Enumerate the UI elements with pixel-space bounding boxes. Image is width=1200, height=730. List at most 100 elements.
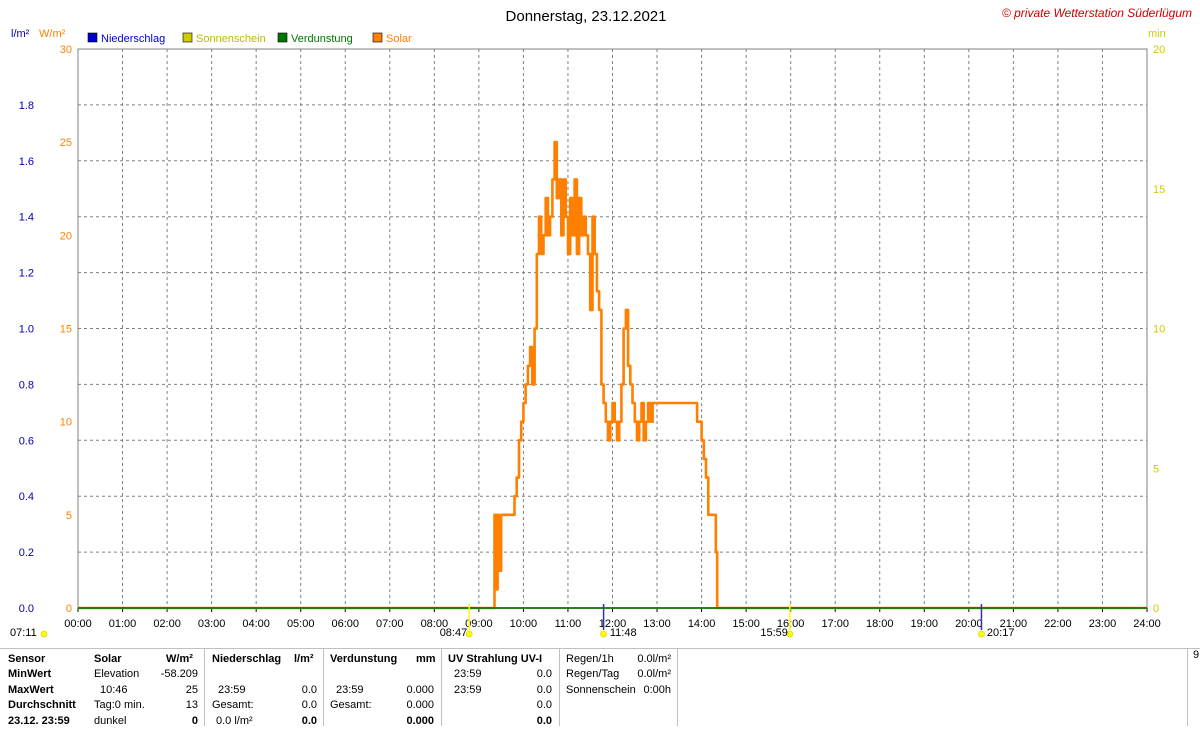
- y-tick-label-precip: 1.6: [19, 156, 34, 168]
- y-tick-label-precip: 0.6: [19, 435, 34, 447]
- rain-1h-label: Regen/1h: [566, 653, 614, 665]
- x-tick-label: 18:00: [866, 618, 894, 630]
- x-tick-label: 14:00: [688, 618, 716, 630]
- y-tick-label-precip: 1.8: [19, 100, 34, 112]
- x-tick-label: 11:00: [555, 618, 582, 630]
- sun-marker-label: 07:11: [10, 627, 37, 639]
- sun-marker-label: 20:17: [987, 627, 1015, 639]
- sun-icon: [40, 630, 48, 638]
- x-tick-label: 02:00: [153, 618, 181, 630]
- stats-max-label: MaxWert: [8, 684, 54, 696]
- precip-avg-label: Gesamt:: [212, 699, 254, 711]
- x-tick-label: 05:00: [287, 618, 315, 630]
- rain-day-value: 0.0l/m²: [637, 668, 671, 680]
- grid: [77, 48, 1148, 609]
- unit-label-precip: l/m²: [11, 28, 30, 40]
- y-tick-label-solar: 30: [60, 44, 72, 56]
- x-tick-label: 24:00: [1133, 618, 1161, 630]
- evap-max-time: 23:59: [336, 684, 364, 696]
- sunshine-value: 0:00h: [643, 684, 671, 696]
- stats-avg-label: Durchschnitt: [8, 699, 76, 711]
- x-tick-label: 13:00: [643, 618, 671, 630]
- y-tick-label-precip: 1.4: [19, 212, 34, 224]
- solar-min-value: -58.209: [160, 668, 198, 680]
- x-tick-label: 23:00: [1089, 618, 1117, 630]
- precip-header: Niederschlag: [212, 653, 282, 665]
- y-tick-label-solar: 20: [60, 230, 72, 242]
- uv-max-time: 23:59: [454, 684, 482, 696]
- y-tick-label-solar: 5: [66, 510, 72, 522]
- uv-last-value: 0.0: [536, 715, 552, 727]
- chart-title: Donnerstag, 23.12.2021: [506, 8, 667, 25]
- legend-label: Verdunstung: [291, 33, 353, 45]
- precip-max-value: 0.0: [301, 684, 317, 696]
- chart: Donnerstag, 23.12.2021 © private Wetters…: [10, 6, 1192, 639]
- y-tick-label-precip: 1.2: [19, 268, 34, 280]
- x-tick-label: 07:00: [376, 618, 404, 630]
- sun-icon: [978, 630, 985, 638]
- y-tick-label-minutes: 0: [1153, 603, 1159, 615]
- x-tick-label: 01:00: [109, 618, 137, 630]
- sun-icon: [600, 630, 607, 638]
- legend-label: Sonnenschein: [196, 33, 266, 45]
- uv-header: UV Strahlung UV-I: [448, 653, 543, 665]
- y-tick-label-solar: 15: [60, 324, 72, 336]
- evap-unit: mm: [416, 653, 436, 665]
- y-tick-label-minutes: 5: [1153, 463, 1159, 475]
- stats-divider: [0, 648, 1200, 649]
- evap-avg-label: Gesamt:: [330, 699, 372, 711]
- axes: 0.0 0.2 0.4 0.6 0.8 1.0 1.2 1.4 1.6 1.8 0 5 10 15 20 25…: [19, 44, 1166, 630]
- x-tick-label: 20:00: [955, 618, 983, 630]
- stats-table: Sensor MinWert MaxWert Durchschnitt 23.1…: [0, 648, 1200, 727]
- stats-min-label: MinWert: [8, 668, 52, 680]
- x-tick-label: 03:00: [198, 618, 226, 630]
- solar-last-value: 0: [191, 715, 198, 727]
- y-tick-label-solar: 10: [60, 417, 72, 429]
- evap-max-value: 0.000: [406, 684, 434, 696]
- solar-max-value: 25: [185, 684, 198, 696]
- y-tick-label-solar: 25: [60, 137, 72, 149]
- sun-marker-label: 15:59: [760, 627, 788, 639]
- unit-label-solar: W/m²: [39, 28, 66, 40]
- solar-max-time: 10:46: [100, 684, 128, 696]
- copyright-text: © private Wetterstation Süderlügum: [1002, 6, 1192, 20]
- legend-label: Solar: [386, 33, 412, 45]
- solar-min-label: Elevation: [94, 668, 140, 680]
- legend-swatch-verdunstung: [277, 32, 288, 43]
- x-tick-label: 06:00: [331, 618, 359, 630]
- evap-header: Verdunstung: [330, 653, 398, 665]
- precip-avg-value: 0.0: [301, 699, 317, 711]
- x-tick-label: 10:00: [510, 618, 538, 630]
- evap-avg-value: 0.000: [406, 699, 434, 711]
- x-tick-label: 22:00: [1044, 618, 1072, 630]
- precip-last-label: 0.0 l/m²: [216, 715, 253, 727]
- uv-min-value: 0.0: [536, 668, 552, 680]
- legend: Niederschlag Sonnenschein Verdunstung Solar: [87, 32, 412, 45]
- uv-min-time: 23:59: [454, 668, 482, 680]
- x-tick-label: 04:00: [242, 618, 270, 630]
- y-tick-label-precip: 1.0: [19, 324, 34, 336]
- stats-separator: [204, 648, 205, 726]
- legend-swatch-sonnenschein: [182, 32, 193, 43]
- rain-1h-value: 0.0l/m²: [637, 653, 671, 665]
- solar-header: Solar: [94, 653, 122, 665]
- y-tick-label-precip: 0.0: [19, 603, 34, 615]
- stats-separator: [441, 648, 442, 726]
- y-tick-label-precip: 0.2: [19, 547, 34, 559]
- stats-separator: [677, 648, 678, 726]
- stats-separator: [323, 648, 324, 726]
- stats-date-label: 23.12. 23:59: [8, 715, 70, 727]
- x-tick-label: 17:00: [821, 618, 849, 630]
- sunshine-label: Sonnenschein: [566, 684, 636, 696]
- y-tick-label-minutes: 15: [1153, 184, 1165, 196]
- precip-max-time: 23:59: [218, 684, 246, 696]
- solar-unit: W/m²: [166, 653, 193, 665]
- solar-avg-label: Tag:0 min.: [94, 699, 145, 711]
- solar-avg-value: 13: [185, 699, 198, 711]
- stats-separator: [1187, 648, 1188, 726]
- x-tick-label: 00:00: [64, 618, 92, 630]
- rain-day-label: Regen/Tag: [566, 668, 620, 680]
- legend-swatch-solar: [372, 32, 383, 43]
- uv-avg-value: 0.0: [536, 699, 552, 711]
- legend-label: Niederschlag: [101, 33, 165, 45]
